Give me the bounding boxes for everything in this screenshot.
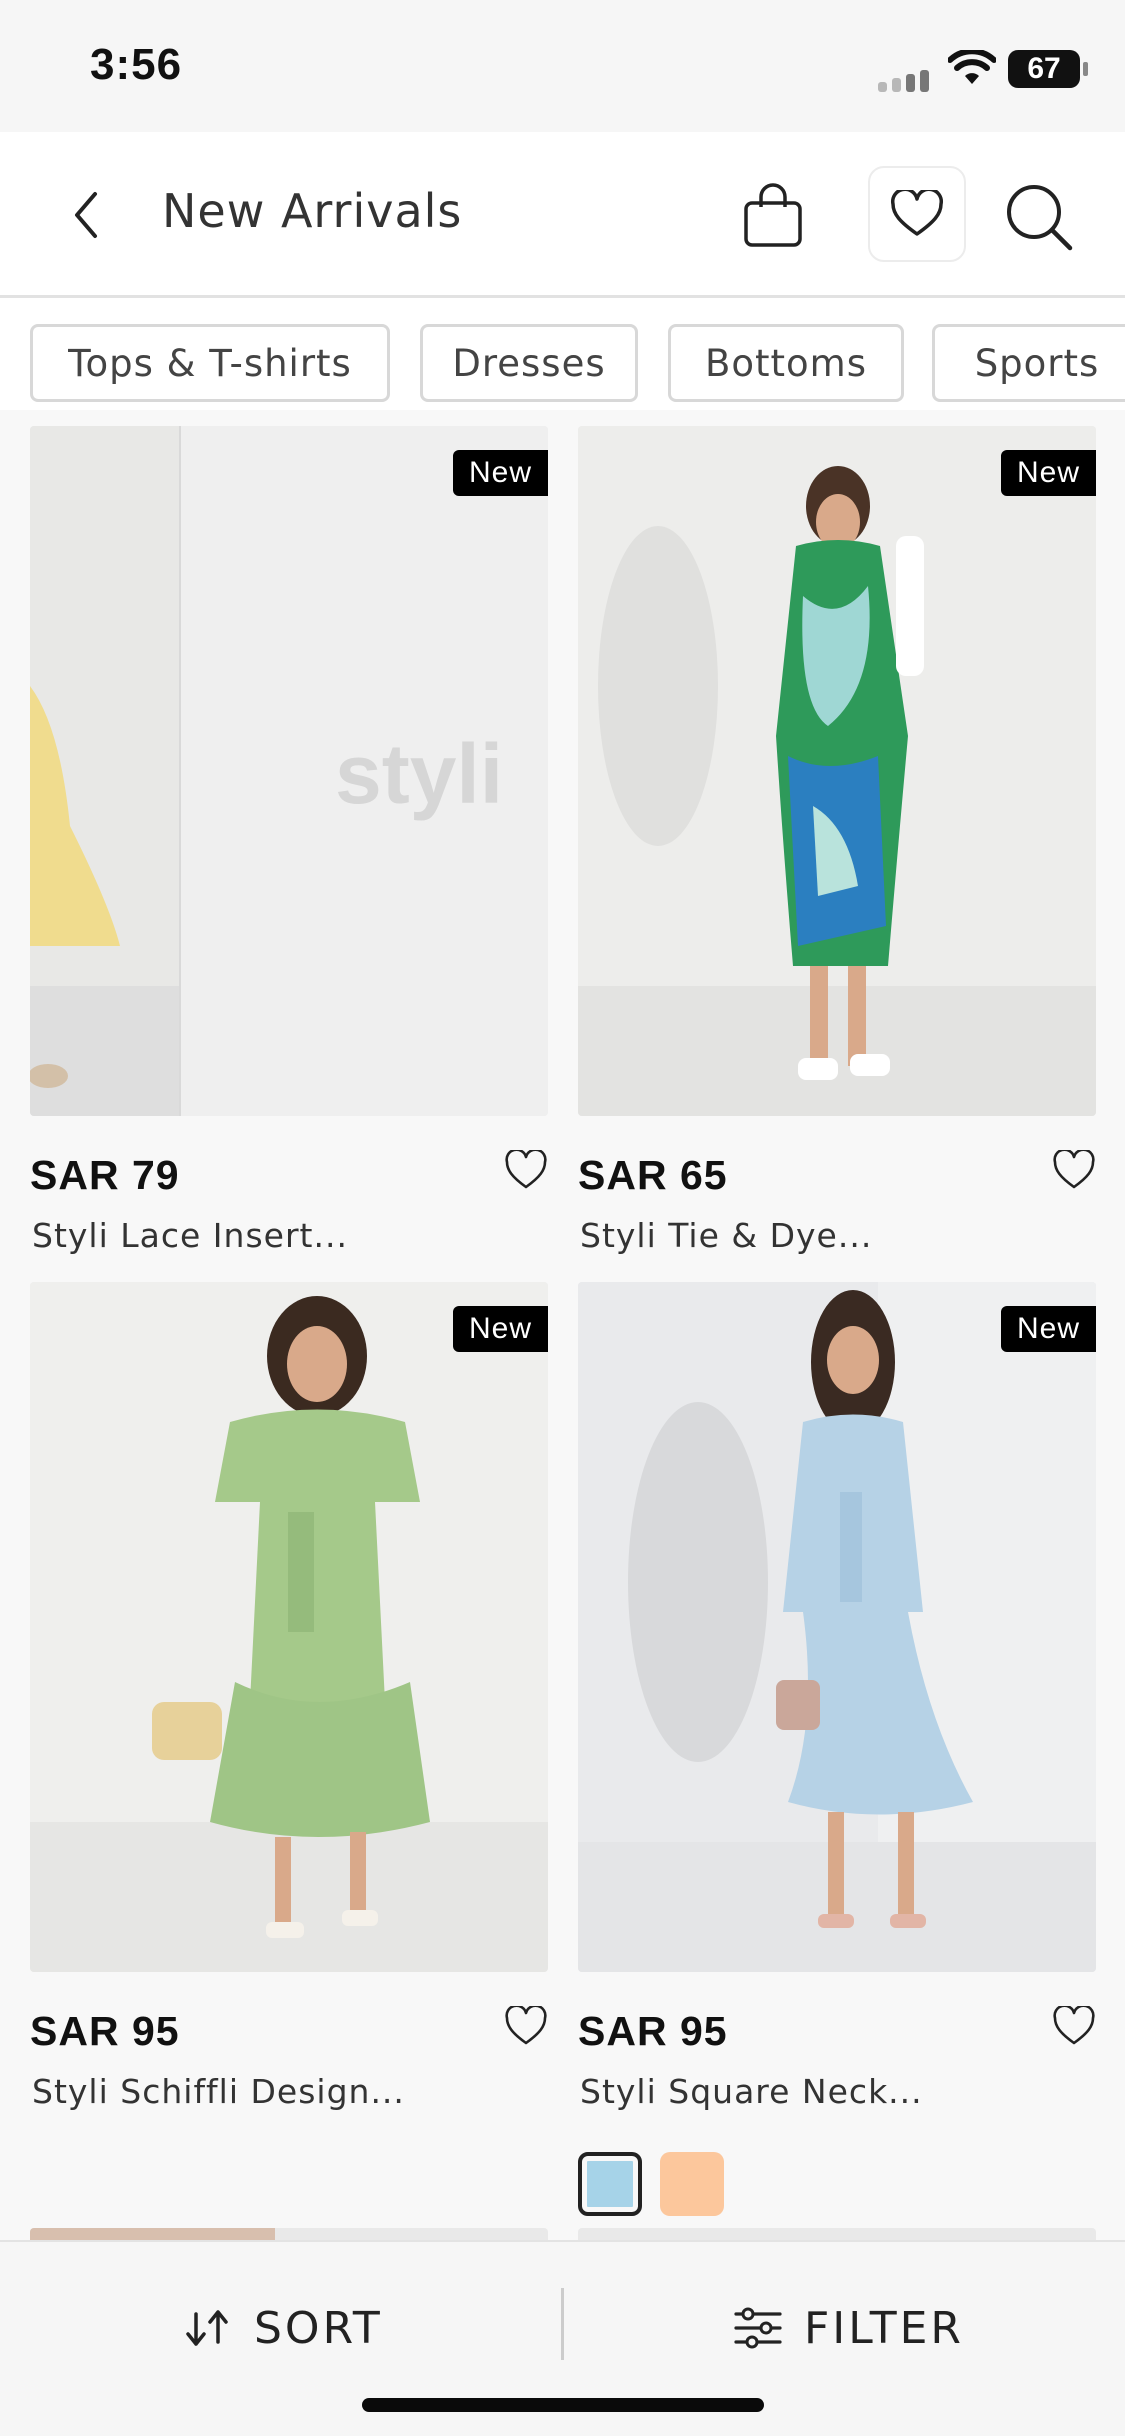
product-card-peek[interactable]	[578, 2228, 1096, 2240]
home-indicator[interactable]	[362, 2398, 764, 2412]
wishlist-button[interactable]	[868, 166, 966, 262]
new-badge: New	[452, 1306, 548, 1352]
sort-arrows-icon	[186, 2310, 228, 2346]
shopping-bag-icon	[744, 183, 802, 247]
search-icon	[1007, 185, 1073, 251]
battery-level: 67	[1027, 52, 1061, 85]
product-title: Schiffli Design...	[120, 2072, 405, 2111]
product-card-peek[interactable]	[30, 2228, 548, 2240]
product-photo	[578, 1282, 1096, 1972]
product-image[interactable]: New	[578, 1282, 1096, 1972]
chip-dresses[interactable]: Dresses	[420, 324, 638, 402]
product-brand: Styli	[32, 2072, 109, 2111]
wifi-icon	[948, 50, 996, 84]
heart-icon[interactable]	[1052, 1150, 1096, 1190]
product-brand: Styli	[580, 1216, 657, 1255]
product-grid: New styli SAR 79 Styli Lace Insert... Ne…	[0, 410, 1125, 2240]
new-badge: New	[1000, 450, 1096, 496]
heart-icon[interactable]	[504, 1150, 548, 1190]
search-button[interactable]	[1000, 178, 1078, 256]
cellular-signal-icon	[878, 70, 929, 92]
product-image[interactable]: New	[578, 426, 1096, 1116]
product-title: Lace Insert...	[120, 1216, 348, 1255]
new-badge: New	[1000, 1306, 1096, 1352]
product-title: Tie & Dye...	[668, 1216, 873, 1255]
sort-filter-bar: SORT FILTER	[0, 2240, 1125, 2436]
product-image[interactable]: New styli	[30, 426, 548, 1116]
sort-button[interactable]: SORT	[184, 2278, 383, 2378]
status-bar: 3:56 67	[0, 0, 1125, 132]
product-name: Styli Square Neck...	[580, 2072, 923, 2111]
styli-watermark-logo: styli	[335, 727, 504, 821]
sort-label: SORT	[254, 2302, 383, 2354]
chip-bottoms[interactable]: Bottoms	[668, 324, 904, 402]
chip-tops-tshirts[interactable]: Tops & T-shirts	[30, 324, 390, 402]
product-title: Square Neck...	[668, 2072, 923, 2111]
heart-icon[interactable]	[1052, 2006, 1096, 2046]
heart-icon	[891, 190, 943, 236]
product-price: SAR 95	[578, 2008, 728, 2054]
heart-icon[interactable]	[504, 2006, 548, 2046]
nav-bar: New Arrivals	[0, 132, 1125, 298]
back-button[interactable]	[56, 182, 116, 248]
product-photo	[578, 426, 1096, 1116]
color-swatches	[578, 2152, 724, 2216]
product-name: Styli Tie & Dye...	[580, 1216, 872, 1255]
filter-label: FILTER	[804, 2302, 964, 2354]
product-price: SAR 65	[578, 1152, 728, 1198]
product-name: Styli Lace Insert...	[32, 1216, 348, 1255]
swatch-light-blue[interactable]	[578, 2152, 642, 2216]
swatch-peach[interactable]	[660, 2152, 724, 2216]
new-badge: New	[452, 450, 548, 496]
bag-button[interactable]	[738, 178, 808, 254]
page-title: New Arrivals	[162, 184, 463, 238]
product-price: SAR 95	[30, 2008, 180, 2054]
filter-button[interactable]: FILTER	[734, 2278, 964, 2378]
chevron-left-icon	[75, 192, 97, 238]
chip-sports[interactable]: Sports	[932, 324, 1125, 402]
product-photo	[30, 1282, 548, 1972]
product-name: Styli Schiffli Design...	[32, 2072, 405, 2111]
divider	[561, 2288, 564, 2360]
product-brand: Styli	[580, 2072, 657, 2111]
category-chips: Tops & T-shirts Dresses Bottoms Sports	[0, 298, 1125, 410]
product-brand: Styli	[32, 1216, 109, 1255]
status-time: 3:56	[90, 40, 183, 89]
product-price: SAR 79	[30, 1152, 180, 1198]
battery-icon: 67	[1008, 50, 1088, 88]
product-image[interactable]: New	[30, 1282, 548, 1972]
filter-sliders-icon	[734, 2307, 782, 2349]
